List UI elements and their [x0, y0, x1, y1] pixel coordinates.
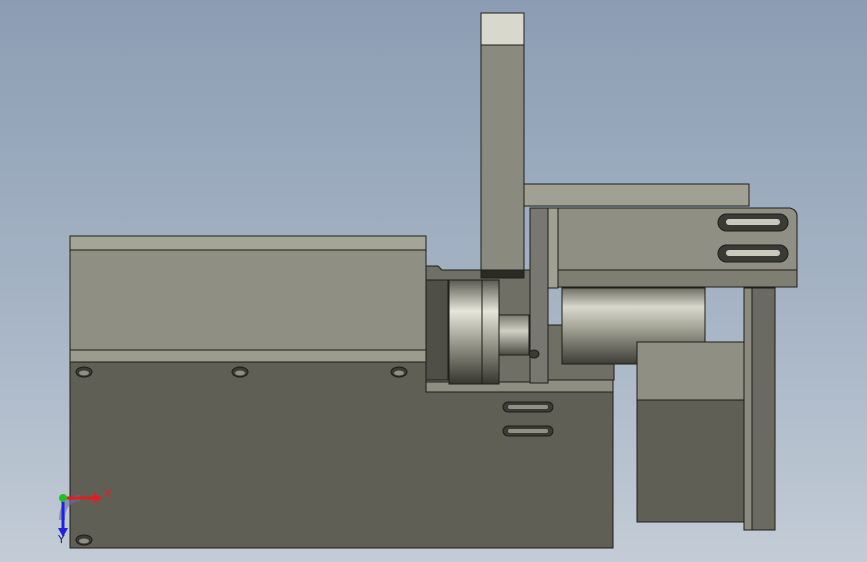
x-axis-label: X: [104, 487, 112, 500]
y-axis-label: Y: [57, 533, 65, 546]
origin-dot: [59, 494, 67, 502]
vertical-arm[interactable]: [480, 12, 525, 279]
cad-model-view[interactable]: X Y: [0, 0, 867, 562]
right-column[interactable]: [743, 287, 776, 531]
side-block[interactable]: [636, 341, 746, 523]
cad-viewport[interactable]: X Y: [0, 0, 867, 562]
support-post[interactable]: [528, 207, 549, 384]
upper-plate[interactable]: [523, 183, 798, 289]
